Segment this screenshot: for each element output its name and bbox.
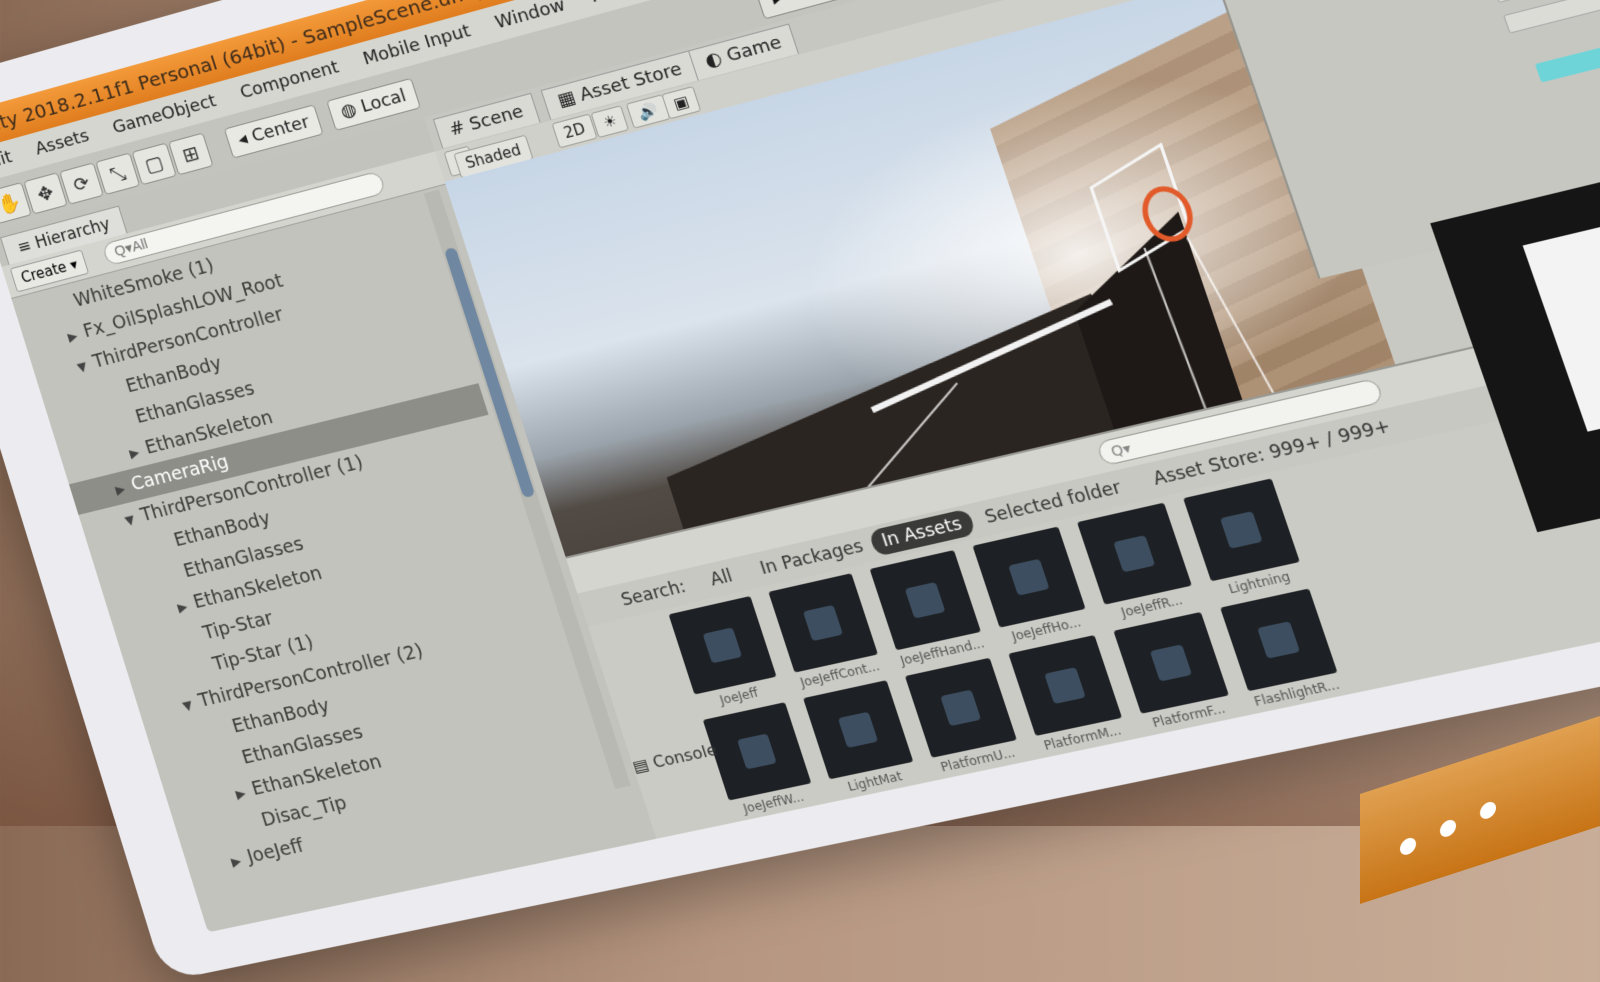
- hierarchy-item-label: JoeJeff: [244, 834, 307, 868]
- filter-all[interactable]: All: [706, 559, 738, 597]
- asset-thumbnail: [940, 689, 982, 727]
- asset-tile[interactable]: [1220, 588, 1338, 692]
- asset-tile[interactable]: [1183, 478, 1300, 582]
- play-button[interactable]: ▶: [752, 0, 805, 18]
- asset-tile[interactable]: [768, 573, 878, 673]
- asset-tile[interactable]: [668, 596, 777, 695]
- asset-thumbnail: [1113, 535, 1156, 573]
- asset-thumbnail: [1149, 644, 1193, 682]
- preview-image: [1522, 204, 1600, 432]
- asset-thumbnail: [1257, 621, 1301, 659]
- asset-tile[interactable]: [972, 526, 1086, 628]
- asset-thumbnail: [802, 604, 844, 642]
- shading-mode-dropdown[interactable]: Shaded ▾: [443, 134, 534, 179]
- asset-tile[interactable]: [1008, 635, 1123, 736]
- lighting-toggle-icon[interactable]: ☀: [590, 104, 630, 139]
- asset-thumbnail: [1219, 511, 1263, 549]
- tray-icon[interactable]: [1440, 817, 1456, 839]
- asset-thumbnail: [702, 627, 743, 664]
- tray-icon[interactable]: [1400, 835, 1416, 857]
- asset-tile[interactable]: [1076, 502, 1192, 605]
- asset-thumbnail: [904, 581, 946, 619]
- create-label: Create: [18, 258, 69, 287]
- asset-thumbnail: [1008, 558, 1050, 596]
- space-label: Local: [358, 85, 409, 118]
- asset-tile[interactable]: [1113, 611, 1229, 714]
- asset-tile[interactable]: [803, 680, 914, 780]
- color-swatch[interactable]: [1534, 38, 1600, 83]
- asset-thumbnail: [837, 711, 879, 748]
- tray-icon[interactable]: [1480, 799, 1496, 821]
- asset-tile[interactable]: [869, 550, 981, 651]
- asset-thumbnail: [1044, 667, 1086, 705]
- effects-toggle-icon[interactable]: ▣: [661, 85, 702, 120]
- inspector-field[interactable]: [1503, 0, 1600, 34]
- pivot-label: Center: [249, 111, 312, 147]
- asset-tile[interactable]: [904, 657, 1017, 758]
